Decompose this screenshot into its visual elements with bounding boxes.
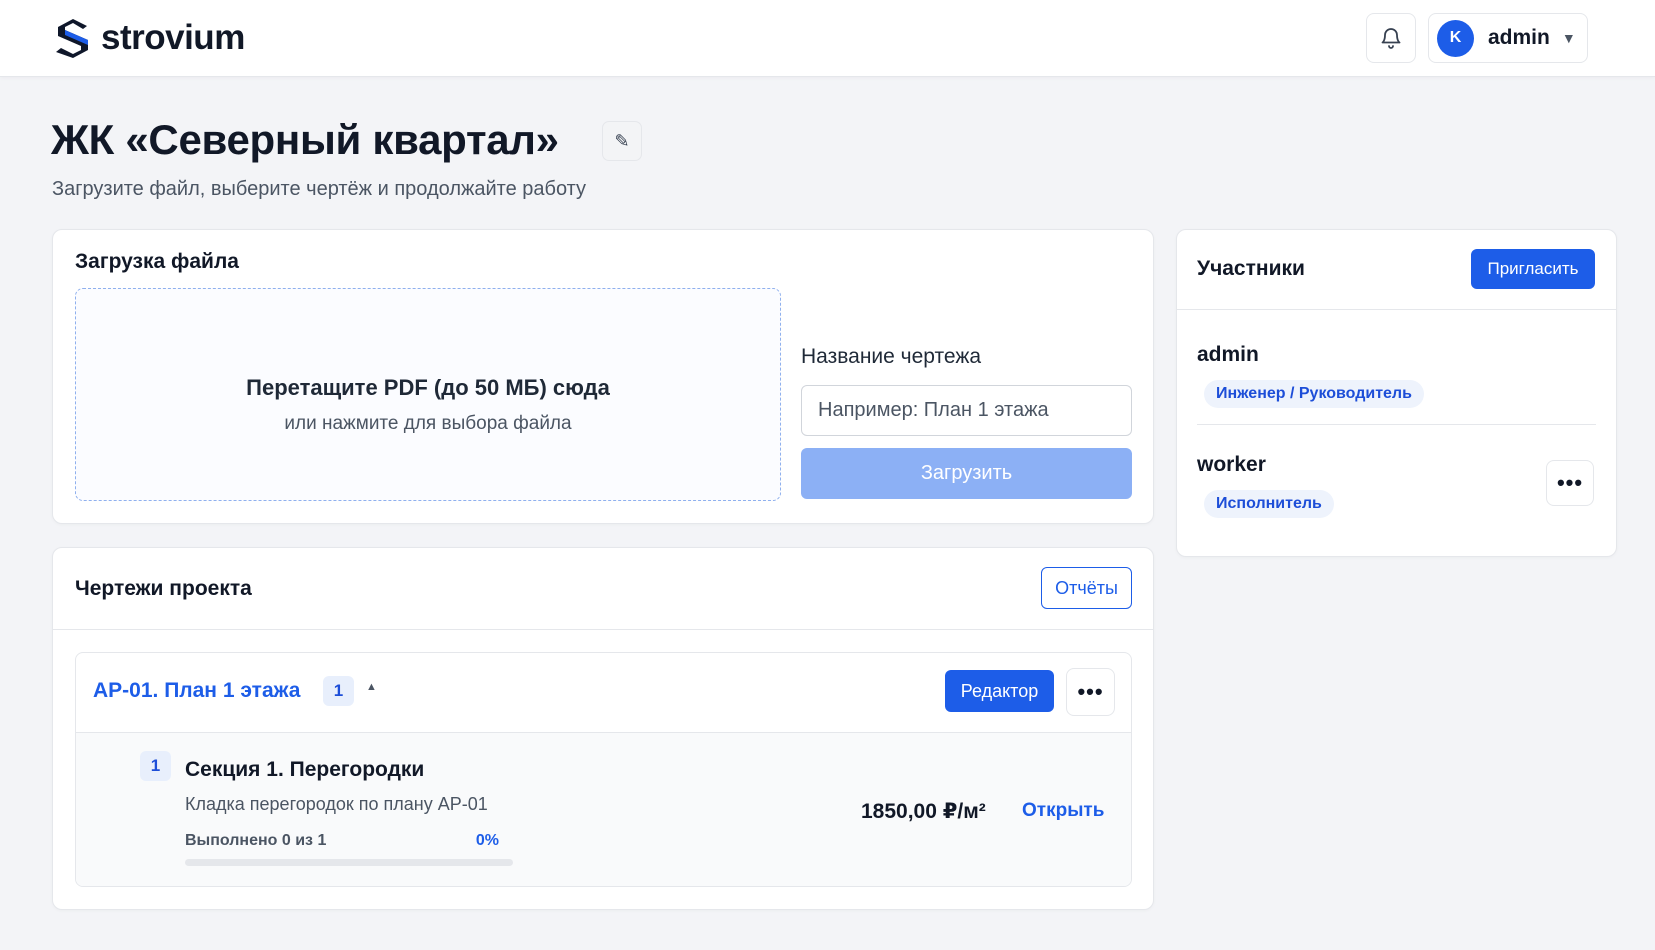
chevron-down-icon: ▼ [1561,30,1576,46]
reports-button[interactable]: Отчёты [1041,567,1132,609]
avatar: K [1437,19,1474,57]
edit-title-button[interactable]: ✎ [602,121,642,161]
upload-card-title: Загрузка файла [75,250,239,273]
drawing-name-input[interactable] [801,385,1132,436]
divider [53,629,1153,630]
logo-icon [56,19,88,58]
drawing-header: АР-01. План 1 этажа 1 ▲ Редактор ••• [76,653,1131,733]
section-row: 1 Секция 1. Перегородки Кладка перегород… [76,733,1131,886]
progress-percent: 0% [475,832,499,849]
members-card-title: Участники [1197,257,1305,280]
section-count-badge: 1 [323,676,354,706]
divider [1177,309,1616,310]
members-card: Участники Пригласить admin Инженер / Рук… [1176,229,1617,557]
progress-label: Выполнено 0 из 1 [185,832,327,849]
section-title: Секция 1. Перегородки [185,758,425,781]
invite-button[interactable]: Пригласить [1471,249,1595,289]
editor-button[interactable]: Редактор [945,670,1054,712]
divider [1197,424,1596,425]
dropzone-subtitle: или нажмите для выбора файла [284,413,572,434]
brand-logo[interactable]: strovium [53,17,245,59]
dropzone-title: Перетащите PDF (до 50 МБ) сюда [246,375,610,400]
section-price: 1850,00 ₽/м² [861,800,986,823]
upload-button[interactable]: Загрузить [801,448,1132,499]
drawing-more-button[interactable]: ••• [1066,668,1115,716]
bell-icon [1381,28,1401,49]
more-icon: ••• [1556,470,1584,495]
drawing-item: АР-01. План 1 этажа 1 ▲ Редактор ••• 1 С… [75,652,1132,887]
role-badge: Исполнитель [1204,490,1334,518]
member-name: worker [1197,453,1266,476]
user-menu-button[interactable]: K admin ▼ [1428,13,1588,63]
drawings-card: Чертежи проекта Отчёты АР-01. План 1 эта… [52,547,1154,910]
page-title: ЖК «Северный квартал» [51,116,559,163]
upload-card: Загрузка файла Перетащите PDF (до 50 МБ)… [52,229,1154,524]
page-subtitle: Загрузите файл, выберите чертёж и продол… [52,178,587,200]
drawing-title-link[interactable]: АР-01. План 1 этажа [93,679,300,703]
notifications-button[interactable] [1366,13,1416,63]
collapse-toggle-icon[interactable]: ▲ [366,681,377,693]
top-bar: strovium K admin ▼ [0,0,1655,77]
open-section-link[interactable]: Открыть [1022,800,1104,822]
member-more-button[interactable]: ••• [1546,460,1594,506]
drawing-name-label: Название чертежа [801,345,982,368]
progress-bar [185,859,513,866]
member-name: admin [1197,343,1259,366]
drawings-card-title: Чертежи проекта [75,577,252,600]
role-badge: Инженер / Руководитель [1204,380,1424,408]
section-description: Кладка перегородок по плану АР-01 [185,794,488,814]
pencil-icon: ✎ [614,130,630,151]
user-name: admin [1488,26,1550,49]
more-icon: ••• [1077,679,1104,704]
file-dropzone[interactable]: Перетащите PDF (до 50 МБ) сюда или нажми… [75,288,781,501]
brand-name: strovium [101,18,245,57]
section-number-badge: 1 [140,751,171,781]
